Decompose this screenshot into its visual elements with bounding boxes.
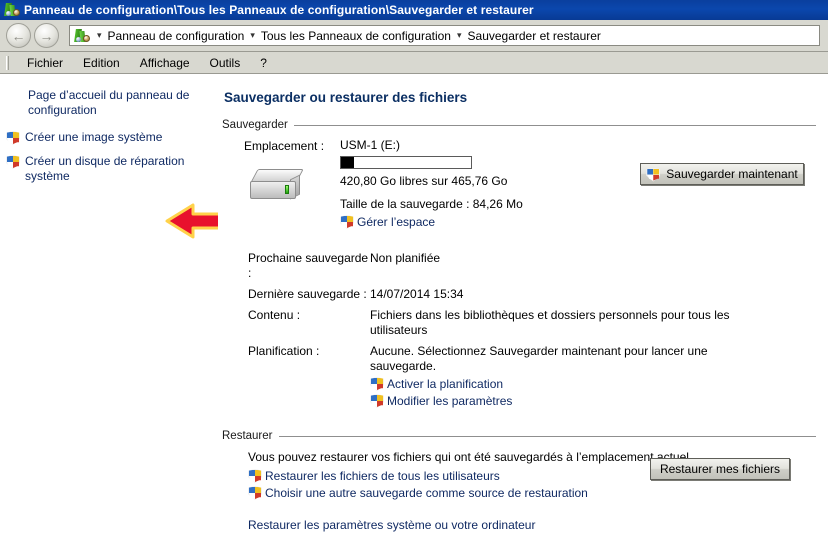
detail-value: Aucune. Sélectionnez Sauvegarder mainten… bbox=[370, 344, 708, 373]
menu-item-help[interactable]: ? bbox=[250, 54, 277, 72]
restore-group-label: Restaurer bbox=[222, 430, 273, 442]
restore-my-files-button[interactable]: Restaurer mes fichiers bbox=[650, 458, 790, 480]
external-hard-drive-icon bbox=[250, 169, 304, 203]
choose-other-backup-label: Choisir une autre sauvegarde comme sourc… bbox=[265, 485, 588, 500]
nav-buttons: ← → bbox=[6, 23, 59, 48]
sidebar-item-create-repair-disc[interactable]: Créer un disque de réparation système bbox=[6, 154, 212, 184]
forward-arrow-icon: → bbox=[39, 27, 54, 44]
breadcrumb-item-1[interactable]: Tous les Panneaux de configuration bbox=[259, 29, 453, 43]
forward-button[interactable]: → bbox=[34, 23, 59, 48]
uac-shield-icon bbox=[370, 377, 384, 391]
uac-shield-icon bbox=[248, 469, 262, 483]
breadcrumb-item-0[interactable]: Panneau de configuration bbox=[106, 29, 247, 43]
enable-schedule-link[interactable]: Activer la planification bbox=[370, 376, 730, 391]
address-control-panel-icon bbox=[74, 28, 90, 44]
breadcrumb-separator-2[interactable]: ▾ bbox=[453, 30, 466, 41]
backup-group-label: Sauvegarder bbox=[222, 119, 288, 131]
backup-and-restore-window: Panneau de configuration\Tous les Pannea… bbox=[0, 0, 828, 553]
backup-size-text: Taille de la sauvegarde : 84,26 Mo bbox=[340, 197, 523, 211]
navigation-bar: ← → ▾ Panneau de configuration ▾ Tous le… bbox=[0, 20, 828, 52]
enable-schedule-label: Activer la planification bbox=[387, 376, 504, 391]
drive-capacity-fill bbox=[341, 157, 354, 168]
backup-details-table: Prochaine sauvegarde : Non planifiée Der… bbox=[248, 251, 816, 408]
sidebar-item-control-panel-home[interactable]: Page d’accueil du panneau de configurati… bbox=[28, 88, 198, 118]
uac-shield-icon bbox=[6, 131, 20, 145]
restore-my-files-label: Restaurer mes fichiers bbox=[659, 462, 781, 476]
back-button[interactable]: ← bbox=[6, 23, 31, 48]
detail-label: Planification : bbox=[248, 344, 320, 358]
menu-grip bbox=[6, 55, 9, 70]
table-row: Contenu : Fichiers dans les bibliothèque… bbox=[248, 308, 816, 338]
sidebar-item-label: Créer une image système bbox=[25, 130, 163, 144]
main-panel: Sauvegarder ou restaurer des fichiers Sa… bbox=[218, 74, 828, 553]
control-panel-icon bbox=[4, 2, 20, 18]
page-title: Sauvegarder ou restaurer des fichiers bbox=[224, 90, 468, 105]
breadcrumb-separator-1[interactable]: ▾ bbox=[246, 30, 259, 41]
manage-space-label: Gérer l’espace bbox=[357, 214, 436, 229]
manage-space-link[interactable]: Gérer l’espace bbox=[340, 214, 816, 229]
schedule-cell: Aucune. Sélectionnez Sauvegarder mainten… bbox=[370, 344, 730, 408]
menu-item-edition[interactable]: Edition bbox=[73, 54, 130, 72]
table-row: Prochaine sauvegarde : Non planifiée bbox=[248, 251, 816, 281]
backup-now-label: Sauvegarder maintenant bbox=[666, 167, 798, 181]
window-title: Panneau de configuration\Tous les Pannea… bbox=[24, 3, 534, 17]
menu-item-affichage[interactable]: Affichage bbox=[130, 54, 200, 72]
backup-section: Sauvegarder Emplacement : USM-1 (E:) 420… bbox=[222, 119, 816, 408]
title-bar: Panneau de configuration\Tous les Pannea… bbox=[0, 0, 828, 20]
sidebar-item-create-system-image[interactable]: Créer une image système bbox=[6, 130, 212, 145]
table-row: Dernière sauvegarde : 14/07/2014 15:34 bbox=[248, 287, 816, 302]
uac-shield-icon bbox=[646, 167, 661, 182]
detail-label: Contenu : bbox=[248, 308, 301, 322]
uac-shield-icon bbox=[248, 486, 262, 500]
back-arrow-icon: ← bbox=[11, 27, 26, 44]
sidebar-item-label: Créer un disque de réparation système bbox=[25, 154, 185, 183]
detail-value: Non planifiée bbox=[370, 251, 441, 265]
menu-item-outils[interactable]: Outils bbox=[200, 54, 251, 72]
change-settings-label: Modifier les paramètres bbox=[387, 393, 513, 408]
content-area: Page d’accueil du panneau de configurati… bbox=[0, 74, 828, 553]
backup-now-button[interactable]: Sauvegarder maintenant bbox=[640, 163, 804, 185]
backup-location-left: Emplacement : bbox=[222, 137, 340, 229]
backup-group-header: Sauvegarder bbox=[222, 119, 816, 131]
breadcrumb-item-2[interactable]: Sauvegarder et restaurer bbox=[466, 29, 603, 43]
restore-group-header: Restaurer bbox=[222, 430, 816, 442]
restore-all-users-label: Restaurer les fichiers de tous les utili… bbox=[265, 468, 500, 483]
restore-section: Restaurer Restaurer mes fichiers Vous po… bbox=[222, 430, 816, 532]
uac-shield-icon bbox=[6, 155, 20, 169]
detail-label: Prochaine sauvegarde : bbox=[248, 251, 369, 280]
drive-name: USM-1 (E:) bbox=[340, 138, 400, 152]
sidebar: Page d’accueil du panneau de configurati… bbox=[0, 74, 239, 553]
uac-shield-icon bbox=[370, 394, 384, 408]
detail-label: Dernière sauvegarde : bbox=[248, 287, 367, 301]
group-divider bbox=[293, 124, 816, 126]
menu-bar: Fichier Edition Affichage Outils ? bbox=[0, 52, 828, 74]
system-restore-link[interactable]: Restaurer les paramètres système ou votr… bbox=[248, 518, 816, 532]
group-divider bbox=[278, 435, 816, 437]
detail-value: 14/07/2014 15:34 bbox=[370, 287, 464, 301]
uac-shield-icon bbox=[340, 215, 354, 229]
detail-value: Fichiers dans les bibliothèques et dossi… bbox=[370, 308, 730, 337]
location-label: Emplacement : bbox=[244, 139, 325, 153]
change-settings-link[interactable]: Modifier les paramètres bbox=[370, 393, 730, 408]
address-bar[interactable]: ▾ Panneau de configuration ▾ Tous les Pa… bbox=[69, 25, 820, 46]
table-row: Planification : Aucune. Sélectionnez Sau… bbox=[248, 344, 816, 408]
menu-item-fichier[interactable]: Fichier bbox=[17, 54, 73, 72]
drive-capacity-bar bbox=[340, 156, 472, 169]
breadcrumb-separator-0[interactable]: ▾ bbox=[93, 30, 106, 41]
choose-other-backup-link[interactable]: Choisir une autre sauvegarde comme sourc… bbox=[248, 485, 816, 500]
